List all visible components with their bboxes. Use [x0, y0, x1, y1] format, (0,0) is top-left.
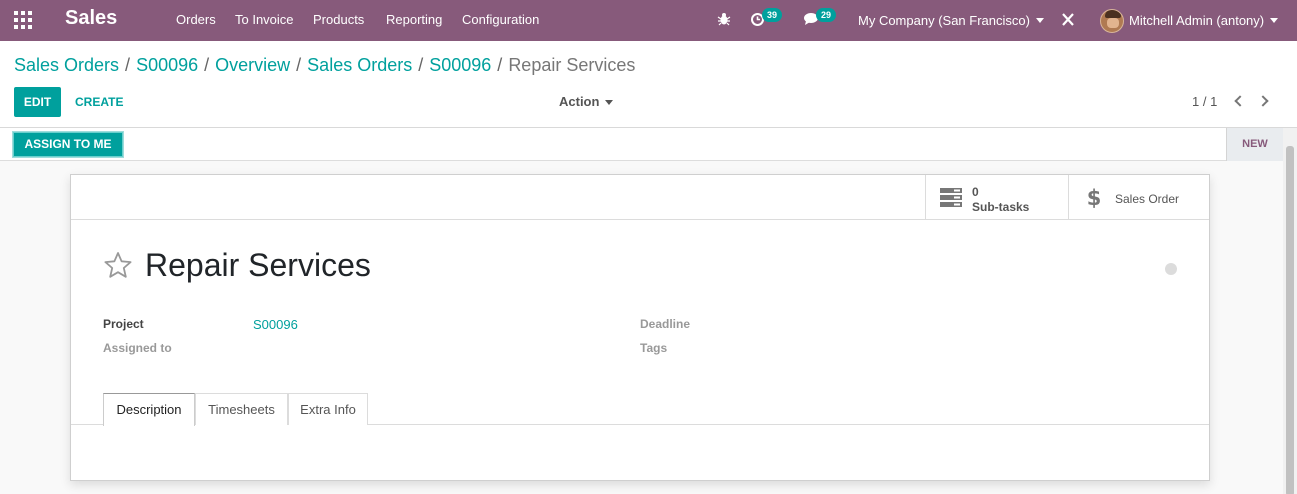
breadcrumb-item-sales-orders-2[interactable]: Sales Orders: [307, 55, 412, 75]
dollar-icon: $: [1087, 186, 1101, 208]
tab-timesheets[interactable]: Timesheets: [195, 393, 288, 425]
tab-description[interactable]: Description: [103, 393, 195, 426]
pager-value[interactable]: 1 / 1: [1192, 87, 1217, 117]
breadcrumb-separator: /: [204, 55, 210, 75]
tags-label: Tags: [640, 341, 668, 355]
app-brand[interactable]: Sales: [65, 7, 117, 30]
debug-bug-icon[interactable]: [717, 12, 731, 26]
form-sheet: 0 Sub-tasks $ Sales Order Repair Service…: [70, 174, 1210, 481]
menu-to-invoice[interactable]: To Invoice: [235, 12, 294, 27]
assigned-to-label: Assigned to: [103, 341, 172, 355]
chevron-down-icon: [605, 100, 614, 106]
apps-menu-icon[interactable]: [14, 11, 32, 29]
messages-count-badge: 29: [816, 8, 837, 22]
scrollbar[interactable]: [1283, 128, 1297, 494]
top-navbar: Sales Orders To Invoice Products Reporti…: [0, 0, 1297, 41]
user-menu[interactable]: Mitchell Admin (antony): [1100, 0, 1279, 41]
tasks-list-icon: [940, 188, 962, 207]
chevron-down-icon: [1270, 18, 1279, 23]
tools-icon[interactable]: [1061, 12, 1075, 27]
project-link[interactable]: S00096: [253, 317, 298, 332]
menu-orders[interactable]: Orders: [176, 12, 216, 27]
breadcrumb-item-s00096[interactable]: S00096: [136, 55, 198, 75]
assign-to-me-button[interactable]: ASSIGN TO ME: [13, 132, 123, 157]
menu-products[interactable]: Products: [313, 12, 364, 27]
divider: [71, 219, 1209, 220]
breadcrumb-item-overview[interactable]: Overview: [215, 55, 290, 75]
sales-order-smart-button[interactable]: $ Sales Order: [1068, 175, 1210, 219]
kanban-state-icon[interactable]: [1165, 263, 1177, 275]
sales-order-label: Sales Order: [1115, 192, 1180, 206]
subtasks-smart-button[interactable]: 0 Sub-tasks: [925, 175, 1068, 219]
menu-reporting[interactable]: Reporting: [386, 12, 442, 27]
activity-count-badge: 39: [762, 8, 783, 22]
subtasks-label: Sub-tasks: [972, 200, 1030, 214]
breadcrumb-current: Repair Services: [508, 55, 636, 75]
action-dropdown[interactable]: Action: [559, 87, 614, 117]
control-panel: Sales Orders / S00096/Overview / Sales Order…: [0, 41, 1297, 128]
status-bar: ASSIGN TO ME NEW: [0, 128, 1283, 161]
breadcrumb-separator: /: [125, 55, 131, 75]
star-icon[interactable]: [103, 251, 133, 279]
project-label: Project: [103, 317, 144, 331]
chevron-down-icon: [1035, 18, 1044, 23]
breadcrumb-separator: /: [497, 55, 503, 75]
company-name: My Company (San Francisco): [858, 13, 1030, 28]
breadcrumb-separator: /: [418, 55, 424, 75]
avatar: [1100, 8, 1124, 33]
task-title[interactable]: Repair Services: [145, 247, 371, 284]
create-button[interactable]: CREATE: [75, 87, 123, 117]
breadcrumb: Sales Orders / S00096/Overview / Sales Order…: [14, 55, 635, 76]
edit-button[interactable]: EDIT: [14, 87, 61, 117]
svg-text:$: $: [1087, 186, 1101, 208]
tab-extra-info[interactable]: Extra Info: [288, 393, 368, 425]
scrollbar-thumb[interactable]: [1286, 146, 1294, 494]
pager-previous-icon[interactable]: [1234, 95, 1246, 107]
breadcrumb-item-sales-orders[interactable]: Sales Orders: [14, 55, 119, 75]
menu-configuration[interactable]: Configuration: [462, 12, 539, 27]
company-switcher[interactable]: My Company (San Francisco): [858, 0, 1044, 41]
action-label: Action: [559, 94, 600, 109]
pager-next-icon[interactable]: [1257, 95, 1269, 107]
breadcrumb-separator: /: [296, 55, 302, 75]
stage-new[interactable]: NEW: [1226, 128, 1283, 161]
breadcrumb-item-s00096-2[interactable]: S00096: [429, 55, 491, 75]
deadline-label: Deadline: [640, 317, 691, 331]
subtasks-count: 0: [972, 185, 979, 199]
user-name: Mitchell Admin (antony): [1129, 13, 1265, 28]
